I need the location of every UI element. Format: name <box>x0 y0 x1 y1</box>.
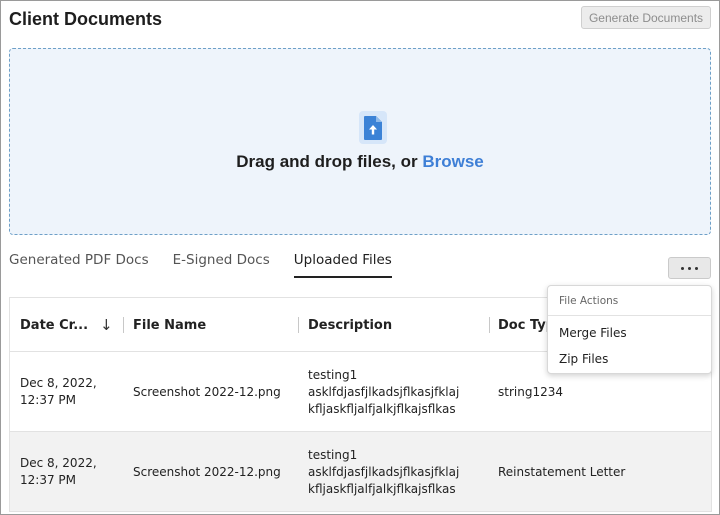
dropzone-text: Drag and drop files, or <box>236 152 423 171</box>
date-cell: Dec 8, 2022, 12:37 PM <box>20 376 97 407</box>
doc-type-cell: Reinstatement Letter <box>498 464 626 479</box>
column-divider[interactable] <box>489 317 490 333</box>
merge-files-menu-item[interactable]: Merge Files <box>548 320 711 346</box>
column-divider[interactable] <box>123 317 124 333</box>
dropzone-instructions: Drag and drop files, or Browse <box>10 152 710 172</box>
client-documents-panel: Client Documents Generate Documents Drag… <box>0 0 720 515</box>
column-divider[interactable] <box>298 317 299 333</box>
file-upload-icon <box>359 111 387 144</box>
tab-uploaded-files[interactable]: Uploaded Files <box>293 251 392 278</box>
description-cell: testing1 asklfdjasfjlkadsjflkasjfklaj kf… <box>308 367 460 416</box>
more-horizontal-icon <box>695 266 698 270</box>
column-header-label: Date Cr... <box>20 317 89 333</box>
page-title: Client Documents <box>9 9 163 29</box>
file-actions-heading: File Actions <box>548 286 711 316</box>
more-horizontal-icon <box>688 266 691 270</box>
document-tabs: Generated PDF Docs E-Signed Docs Uploade… <box>9 251 416 281</box>
description-cell: testing1 asklfdjasfjlkadsjflkasjfklaj kf… <box>308 447 460 496</box>
column-header-file-name[interactable]: File Name <box>133 298 206 352</box>
file-name-cell: Screenshot 2022-12.png <box>133 384 281 399</box>
more-actions-button[interactable] <box>668 257 711 279</box>
browse-link[interactable]: Browse <box>422 152 483 171</box>
file-name-cell: Screenshot 2022-12.png <box>133 464 281 479</box>
date-cell: Dec 8, 2022, 12:37 PM <box>20 456 97 487</box>
column-header-date-created[interactable]: Date Cr... ↓ <box>20 298 113 352</box>
zip-files-menu-item[interactable]: Zip Files <box>548 346 711 372</box>
tab-e-signed-docs[interactable]: E-Signed Docs <box>173 251 270 278</box>
generate-documents-button[interactable]: Generate Documents <box>581 6 711 29</box>
sort-descending-icon[interactable]: ↓ <box>100 316 113 334</box>
tab-generated-pdf-docs[interactable]: Generated PDF Docs <box>9 251 149 278</box>
more-horizontal-icon <box>681 266 684 270</box>
table-row[interactable]: Dec 8, 2022, 12:37 PM Screenshot 2022-12… <box>10 432 711 512</box>
file-dropzone[interactable]: Drag and drop files, or Browse <box>9 48 711 235</box>
column-header-description[interactable]: Description <box>308 298 392 352</box>
file-actions-menu: File Actions Merge Files Zip Files <box>547 285 712 374</box>
